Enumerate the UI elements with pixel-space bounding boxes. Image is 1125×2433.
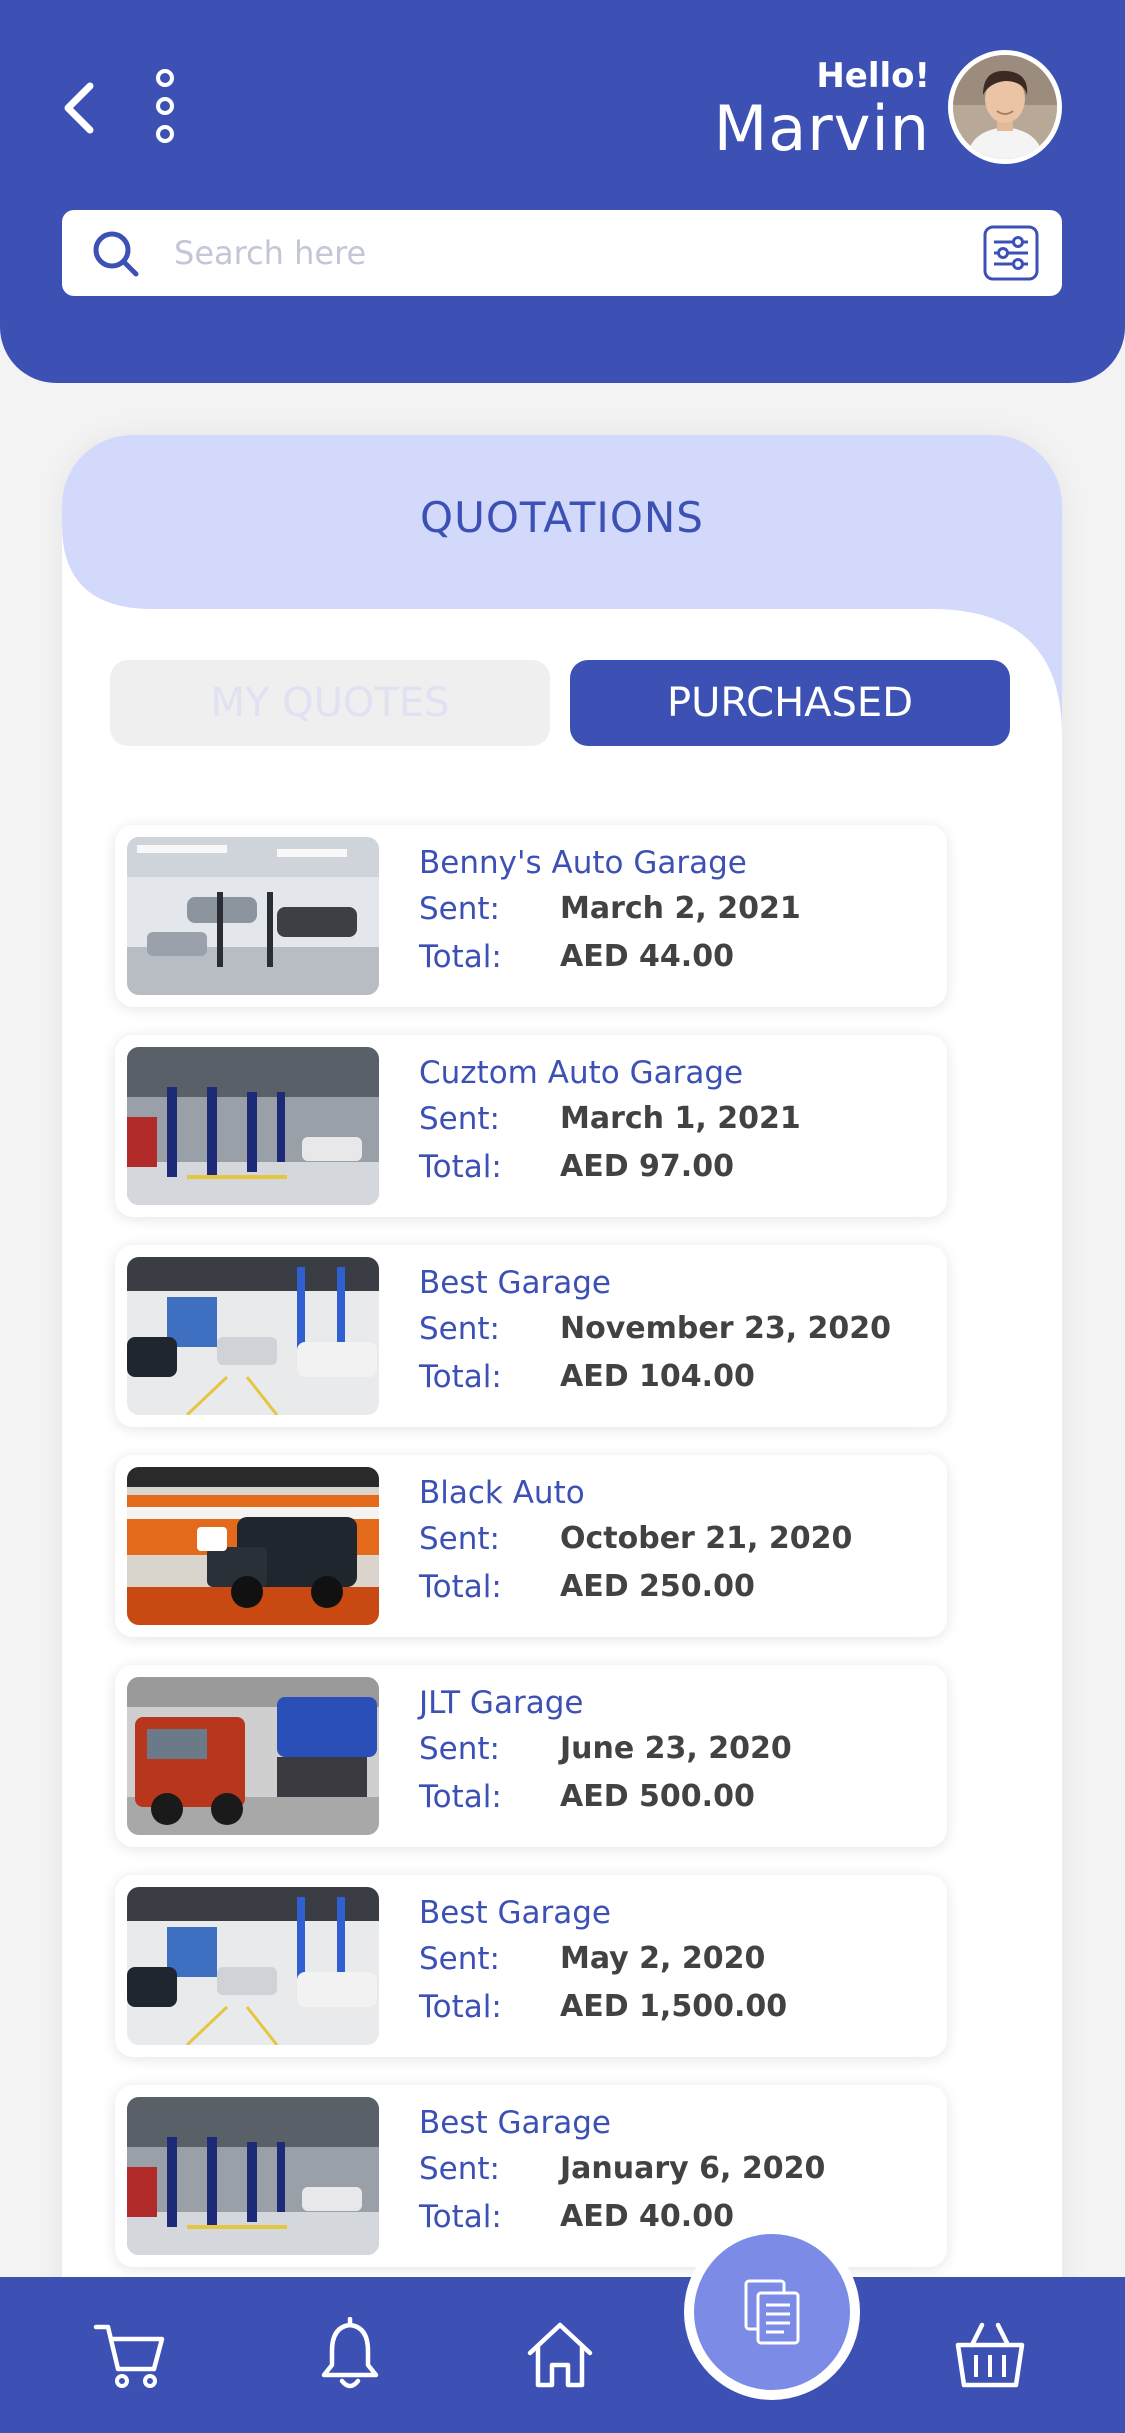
garage-name: Benny's Auto Garage	[419, 845, 747, 881]
sent-date: January 6, 2020	[560, 2151, 826, 2186]
user-photo-icon	[953, 55, 1057, 159]
garage-thumbnail	[127, 2097, 379, 2255]
total-amount: AED 97.00	[560, 1149, 734, 1184]
home-icon[interactable]	[522, 2317, 598, 2393]
list-item[interactable]: Best Garage Sent: May 2, 2020 Total: AED…	[115, 1875, 947, 2057]
total-amount: AED 104.00	[560, 1359, 755, 1394]
more-vertical-icon[interactable]	[150, 66, 180, 146]
back-arrow-icon[interactable]	[58, 78, 100, 138]
search-icon[interactable]	[90, 228, 142, 280]
list-item[interactable]: JLT Garage Sent: June 23, 2020 Total: AE…	[115, 1665, 947, 1847]
sent-label: Sent:	[419, 1101, 500, 1137]
sent-date: March 2, 2021	[560, 891, 801, 926]
bottom-nav	[0, 2277, 1125, 2433]
total-label: Total:	[419, 1359, 502, 1395]
list-item[interactable]: Black Auto Sent: October 21, 2020 Total:…	[115, 1455, 947, 1637]
quotes-fab-button[interactable]	[694, 2234, 850, 2390]
list-item[interactable]: Benny's Auto Garage Sent: March 2, 2021 …	[115, 825, 947, 1007]
sent-label: Sent:	[419, 1521, 500, 1557]
list-item[interactable]: Cuztom Auto Garage Sent: March 1, 2021 T…	[115, 1035, 947, 1217]
tab-my-quotes[interactable]: MY QUOTES	[110, 660, 550, 746]
garage-photo-icon	[127, 1887, 379, 2045]
search-input[interactable]	[174, 224, 1014, 282]
avatar[interactable]	[948, 50, 1062, 164]
tab-purchased[interactable]: PURCHASED	[570, 660, 1010, 746]
bell-icon[interactable]	[312, 2317, 388, 2393]
garage-thumbnail	[127, 1047, 379, 1205]
total-label: Total:	[419, 2199, 502, 2235]
cart-icon[interactable]	[92, 2317, 168, 2393]
total-amount: AED 500.00	[560, 1779, 755, 1814]
total-label: Total:	[419, 1779, 502, 1815]
total-amount: AED 1,500.00	[560, 1989, 788, 2024]
garage-name: Black Auto	[419, 1475, 585, 1511]
sent-date: October 21, 2020	[560, 1521, 853, 1556]
basket-icon[interactable]	[952, 2317, 1028, 2393]
sent-label: Sent:	[419, 1311, 500, 1347]
total-amount: AED 40.00	[560, 2199, 734, 2234]
garage-photo-icon	[127, 837, 379, 995]
list-item[interactable]: Best Garage Sent: November 23, 2020 Tota…	[115, 1245, 947, 1427]
garage-name: Best Garage	[419, 2105, 612, 2141]
total-label: Total:	[419, 1149, 502, 1185]
sent-label: Sent:	[419, 2151, 500, 2187]
filter-sliders-icon[interactable]	[982, 224, 1040, 282]
quotes-document-icon	[744, 2279, 800, 2345]
garage-photo-icon	[127, 1047, 379, 1205]
garage-thumbnail	[127, 1677, 379, 1835]
garage-name: Best Garage	[419, 1895, 612, 1931]
garage-name: Best Garage	[419, 1265, 612, 1301]
sent-date: June 23, 2020	[560, 1731, 792, 1766]
sent-label: Sent:	[419, 1731, 500, 1767]
total-label: Total:	[419, 1989, 502, 2025]
app-header: Hello! Marvin	[0, 0, 1125, 383]
truck-photo-icon	[127, 1467, 379, 1625]
sent-date: March 1, 2021	[560, 1101, 801, 1136]
trucks-photo-icon	[127, 1677, 379, 1835]
garage-name: Cuztom Auto Garage	[419, 1055, 744, 1091]
search-bar	[62, 210, 1062, 296]
garage-name: JLT Garage	[419, 1685, 584, 1721]
garage-photo-icon	[127, 2097, 379, 2255]
garage-photo-icon	[127, 1257, 379, 1415]
greeting-text: Hello!	[816, 56, 930, 96]
sent-label: Sent:	[419, 1941, 500, 1977]
garage-thumbnail	[127, 1887, 379, 2045]
section-title: QUOTATIONS	[420, 493, 704, 542]
total-label: Total:	[419, 1569, 502, 1605]
total-amount: AED 44.00	[560, 939, 734, 974]
total-label: Total:	[419, 939, 502, 975]
garage-thumbnail	[127, 1257, 379, 1415]
total-amount: AED 250.00	[560, 1569, 755, 1604]
garage-thumbnail	[127, 837, 379, 995]
sent-label: Sent:	[419, 891, 500, 927]
garage-thumbnail	[127, 1467, 379, 1625]
sent-date: November 23, 2020	[560, 1311, 892, 1346]
user-name: Marvin	[713, 92, 930, 165]
sent-date: May 2, 2020	[560, 1941, 766, 1976]
